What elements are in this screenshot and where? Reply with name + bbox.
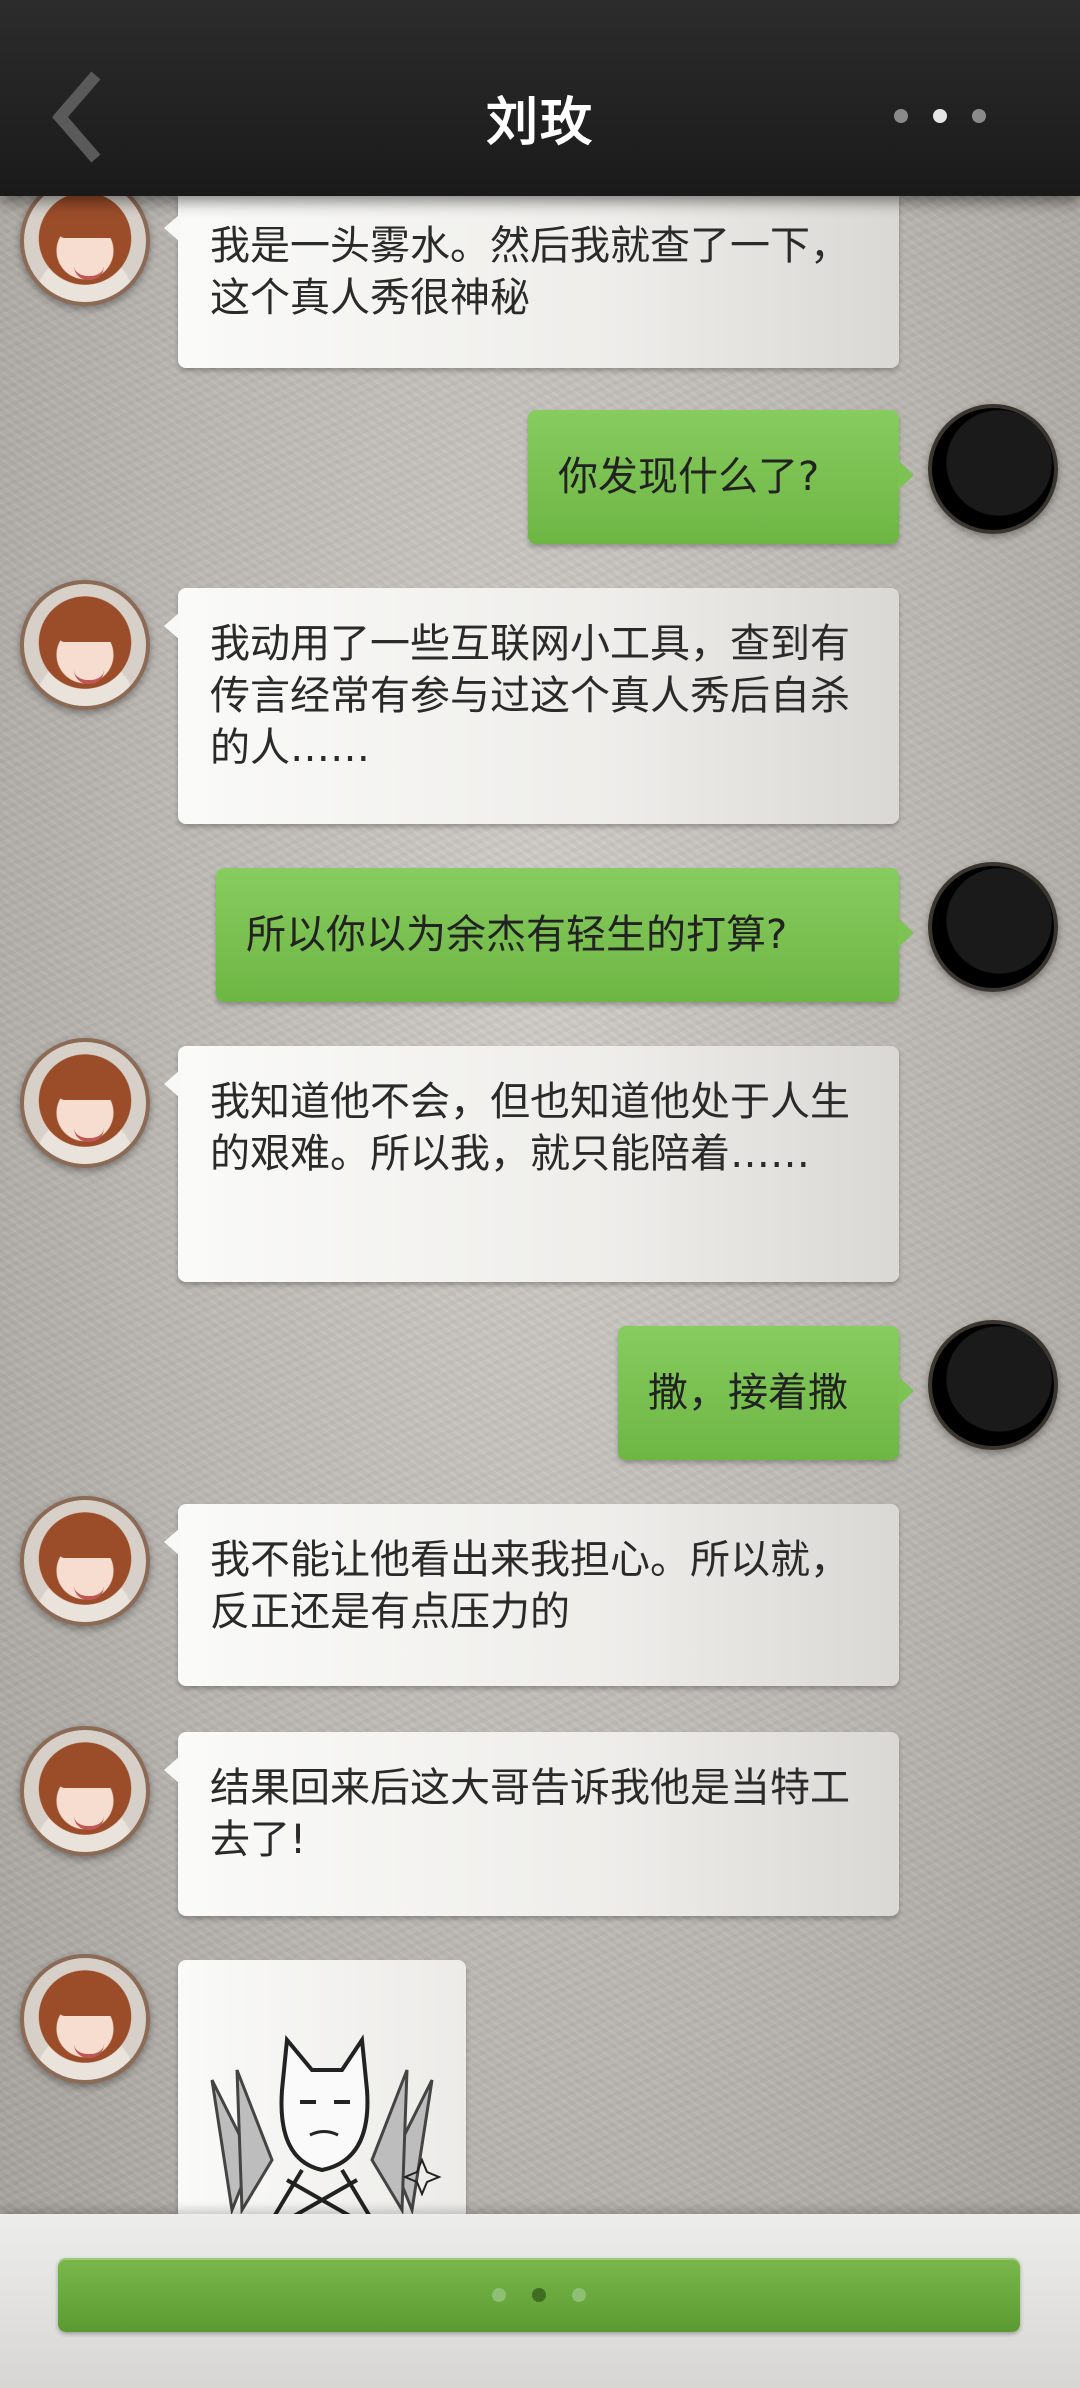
typing-dots-icon [492, 2288, 506, 2302]
outgoing-message: 你发现什么了? [528, 410, 914, 544]
outgoing-message: 所以你以为余杰有轻生的打算? [216, 868, 914, 1002]
incoming-message: 我不能让他看出来我担心。所以就，反正还是有点压力的 [164, 1504, 899, 1686]
incoming-message: 我是一头雾水。然后我就查了一下，这个真人秀很神秘 [164, 190, 899, 368]
more-dots-icon [933, 109, 947, 123]
top-bar: 刘玫 [0, 0, 1080, 196]
message-text: 我是一头雾水。然后我就查了一下，这个真人秀很神秘 [210, 223, 850, 321]
incoming-message: 我知道他不会，但也知道他处于人生的艰难。所以我，就只能陪着…… [164, 1046, 899, 1282]
message-text: 撒，接着撒 [648, 1370, 848, 1416]
typing-dots-icon [532, 2288, 546, 2302]
outgoing-message: 撒，接着撒 [618, 1326, 914, 1460]
user-avatar[interactable] [928, 1320, 1058, 1450]
more-button[interactable] [880, 96, 1000, 136]
user-avatar[interactable] [928, 404, 1058, 534]
contact-avatar[interactable] [20, 1954, 150, 2084]
incoming-message: 我动用了一些互联网小工具，查到有传言经常有参与过这个真人秀后自杀的人…… [164, 588, 899, 824]
message-text: 我知道他不会，但也知道他处于人生的艰难。所以我，就只能陪着…… [210, 1079, 850, 1177]
contact-avatar[interactable] [20, 1726, 150, 1856]
message-text: 你发现什么了? [558, 454, 820, 500]
more-dots-icon [972, 109, 986, 123]
contact-avatar[interactable] [20, 1496, 150, 1626]
message-text: 我不能让他看出来我担心。所以就，反正还是有点压力的 [210, 1537, 850, 1635]
message-text: 我动用了一些互联网小工具，查到有传言经常有参与过这个真人秀后自杀的人…… [210, 621, 850, 771]
incoming-message: 结果回来后这大哥告诉我他是当特工去了! [164, 1732, 899, 1916]
message-text: 所以你以为余杰有轻生的打算? [246, 912, 788, 958]
contact-avatar[interactable] [20, 1038, 150, 1168]
bottom-bar [0, 2214, 1080, 2388]
more-dots-icon [894, 109, 908, 123]
user-avatar[interactable] [928, 862, 1058, 992]
cat-meme-sticker [210, 2034, 442, 2220]
continue-button[interactable] [58, 2258, 1020, 2332]
sticker-message[interactable] [178, 1960, 466, 2220]
contact-avatar[interactable] [20, 580, 150, 710]
typing-dots-icon [572, 2288, 586, 2302]
message-text: 结果回来后这大哥告诉我他是当特工去了! [210, 1765, 850, 1863]
